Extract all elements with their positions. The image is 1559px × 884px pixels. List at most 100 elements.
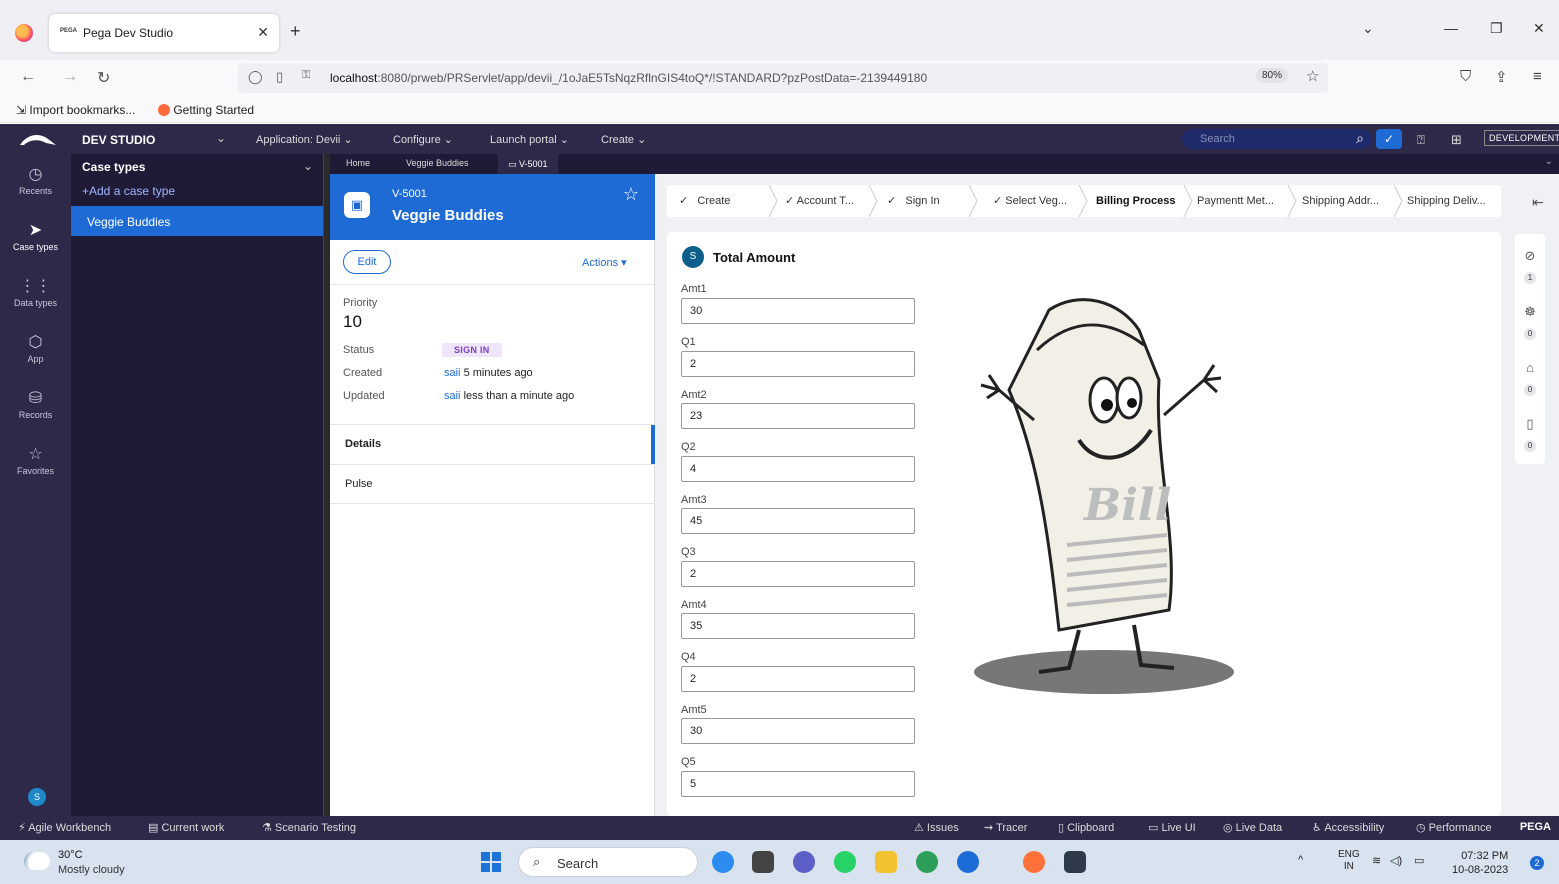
reload-icon[interactable]: ↻ [97, 68, 110, 88]
create-menu[interactable]: Create ⌄ [601, 133, 646, 146]
task-view-icon[interactable] [752, 851, 774, 873]
pega-logo-icon[interactable] [18, 131, 58, 147]
bing-icon[interactable] [712, 851, 734, 873]
weather-desc[interactable]: Mostly cloudy [58, 864, 125, 876]
amt1-input[interactable]: 30 [681, 298, 915, 324]
edge-icon[interactable] [916, 851, 938, 873]
teams-icon[interactable] [793, 851, 815, 873]
checkin-icon[interactable]: ✓ [1376, 129, 1402, 149]
q2-input[interactable]: 4 [681, 456, 915, 482]
pocket-icon[interactable]: ⛉ [1460, 68, 1471, 85]
q1-input[interactable]: 2 [681, 351, 915, 377]
followers-icon[interactable]: ☸ [1515, 304, 1545, 320]
forward-icon[interactable]: → [62, 68, 78, 86]
volume-icon[interactable]: ◁) [1390, 854, 1402, 867]
tab-v-5001[interactable]: ▭ V-5001 [498, 154, 558, 174]
agile-workbench-button[interactable]: ⚡ Agile Workbench [18, 821, 111, 834]
amt2-input[interactable]: 23 [681, 403, 915, 429]
q3-input[interactable]: 2 [681, 561, 915, 587]
back-icon[interactable]: ← [20, 68, 36, 86]
rail-app[interactable]: ⬡ App [0, 332, 71, 364]
studio-switcher[interactable]: DEV STUDIO [82, 133, 155, 147]
tab-veggie-buddies[interactable]: Veggie Buddies [406, 158, 469, 168]
header-search-input[interactable]: Search ⌕ [1182, 129, 1372, 149]
configure-menu[interactable]: Configure ⌄ [393, 133, 453, 146]
accessibility-button[interactable]: ♿ Accessibility [1312, 821, 1384, 834]
clipboard-button[interactable]: ▯ Clipboard [1058, 821, 1114, 834]
file-explorer-icon[interactable] [875, 851, 897, 873]
terminal-icon[interactable] [1064, 851, 1086, 873]
avatar[interactable]: S [28, 788, 46, 806]
amt3-input[interactable]: 45 [681, 508, 915, 534]
stage-shipping-address[interactable]: Shipping Addr... [1302, 185, 1379, 217]
app-icon[interactable] [957, 851, 979, 873]
chevron-down-icon[interactable]: ⌄ [216, 131, 226, 145]
firefox-icon[interactable] [15, 24, 33, 42]
firefox-taskbar-icon[interactable] [1023, 851, 1045, 873]
import-bookmarks[interactable]: ⇲ Import bookmarks... [16, 103, 135, 117]
battery-icon[interactable]: ▭ [1414, 854, 1424, 867]
collapse-panel-icon[interactable]: ⇤ [1532, 194, 1544, 211]
language-indicator[interactable]: ENG IN [1338, 849, 1360, 873]
live-data-button[interactable]: ◎ Live Data [1223, 821, 1282, 834]
live-ui-button[interactable]: ▭ Live UI [1148, 821, 1196, 834]
clock[interactable]: 07:32 PM 10-08-2023 [1452, 849, 1508, 877]
page-icon[interactable]: ▯ [276, 69, 283, 85]
edit-button[interactable]: Edit [343, 250, 391, 274]
close-window-icon[interactable]: ✕ [1533, 20, 1545, 37]
taskbar-search[interactable]: ⌕ Search [518, 847, 698, 877]
add-case-type-link[interactable]: +Add a case type [82, 184, 175, 198]
wifi-icon[interactable]: ≋ [1372, 854, 1381, 867]
cloud-icon[interactable] [24, 852, 50, 870]
minimize-icon[interactable]: — [1444, 20, 1458, 36]
help-icon[interactable]: ⍰ [1417, 132, 1425, 148]
current-work-button[interactable]: ▤ Current work [148, 821, 224, 834]
follow-star-icon[interactable]: ☆ [623, 184, 639, 205]
amt4-input[interactable]: 35 [681, 613, 915, 639]
notification-badge[interactable]: 2 [1530, 856, 1544, 870]
menu-icon[interactable]: ≡ [1533, 68, 1542, 85]
windows-start-icon[interactable] [481, 852, 501, 872]
chevron-down-icon[interactable]: ⌄ [1545, 156, 1553, 167]
q4-input[interactable]: 2 [681, 666, 915, 692]
tab-pulse[interactable]: Pulse [330, 464, 655, 504]
launch-portal-menu[interactable]: Launch portal ⌄ [490, 133, 569, 146]
new-tab-icon[interactable]: + [290, 22, 301, 40]
permissions-icon[interactable]: ⚿ [302, 69, 310, 82]
updated-user-link[interactable]: saii [444, 390, 461, 402]
stage-sign-in[interactable]: ✓ Sign In [887, 185, 940, 217]
rail-records[interactable]: ⛁ Records [0, 388, 71, 420]
tray-chevron-icon[interactable]: ^ [1298, 854, 1303, 866]
search-icon[interactable]: ⌕ [1356, 130, 1364, 147]
weather-temp[interactable]: 30°C [58, 849, 83, 861]
application-menu[interactable]: Application: Devii ⌄ [256, 133, 353, 146]
zoom-level[interactable]: 80% [1256, 68, 1289, 83]
amt5-input[interactable]: 30 [681, 718, 915, 744]
tab-home[interactable]: Home [346, 158, 370, 168]
created-user-link[interactable]: saii [444, 367, 461, 379]
tab-close-icon[interactable]: ✕ [257, 24, 269, 41]
performance-button[interactable]: ◷ Performance [1416, 821, 1492, 834]
q5-input[interactable]: 5 [681, 771, 915, 797]
stage-billing-process[interactable]: Billing Process [1096, 185, 1175, 217]
stage-account-type[interactable]: ✓ Account T... [785, 185, 854, 217]
tree-icon[interactable]: ⊞ [1451, 132, 1462, 148]
tab-list-chevron-icon[interactable]: ⌄ [1362, 20, 1374, 37]
rail-case-types[interactable]: ➤ Case types [0, 220, 71, 252]
rail-recents[interactable]: ◷ Recents [0, 164, 71, 196]
scenario-testing-button[interactable]: ⚗ Scenario Testing [262, 821, 356, 834]
address-bar[interactable]: ◯ ▯ ⚿ localhost:8080/prweb/PRServlet/app… [238, 63, 1328, 93]
shield-icon[interactable]: ◯ [248, 69, 263, 85]
related-cases-icon[interactable]: ⌂ [1515, 360, 1545, 375]
tab-details[interactable]: Details [330, 424, 655, 465]
issues-button[interactable]: ⚠ Issues [914, 821, 959, 834]
tracer-button[interactable]: ⇝ Tracer [984, 821, 1027, 834]
stage-create[interactable]: ✓ Create [679, 185, 730, 217]
restore-icon[interactable]: ❐ [1490, 20, 1503, 37]
stage-select-veg[interactable]: ✓ Select Veg... [993, 185, 1067, 217]
whatsapp-icon[interactable] [834, 851, 856, 873]
bookmark-star-icon[interactable]: ☆ [1306, 67, 1319, 85]
getting-started-bookmark[interactable]: Getting Started [158, 103, 254, 117]
chevron-down-icon[interactable]: ⌄ [303, 159, 313, 173]
clipboard-icon[interactable]: ▯ [1515, 416, 1545, 432]
